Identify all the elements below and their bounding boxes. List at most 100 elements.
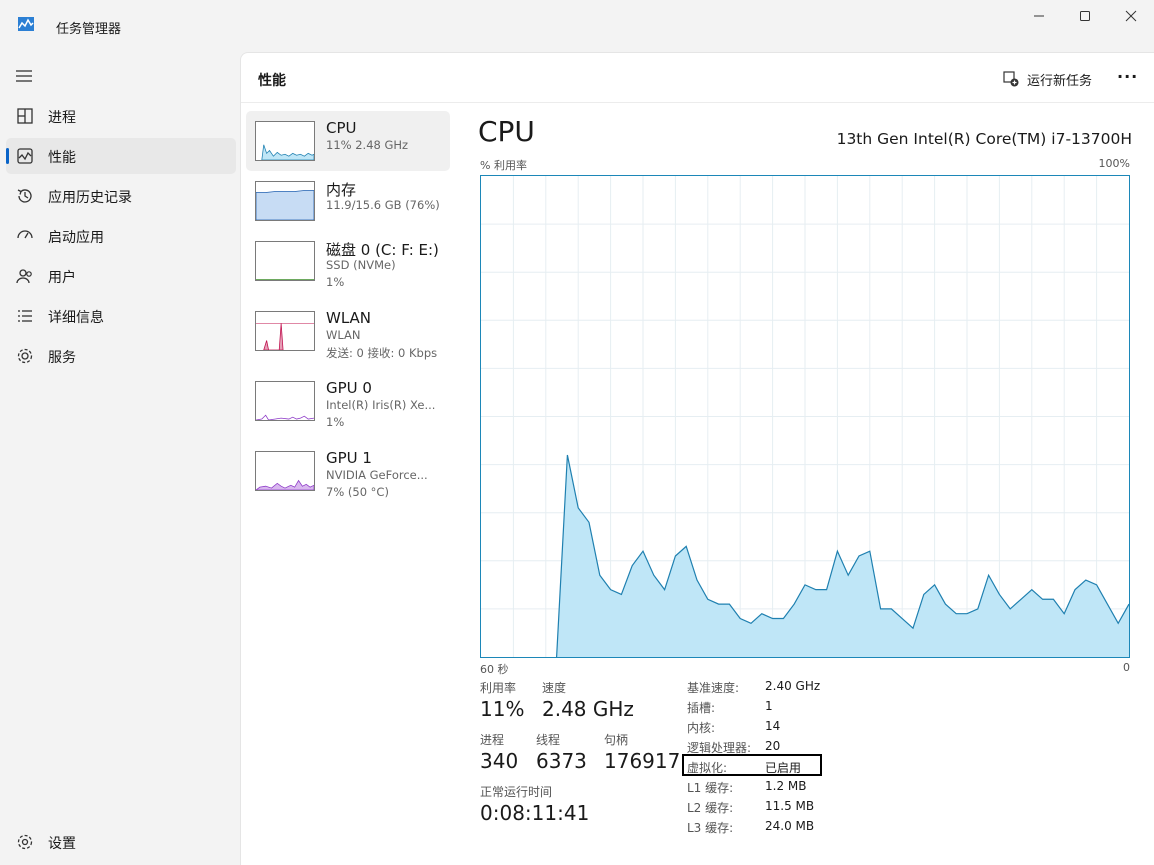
threads-value: 6373	[536, 749, 587, 773]
sidebar-nav: 进程 性能 应用历史记录 启动应用 用户 详细信息 服务 设置	[0, 52, 240, 865]
spec-value-cores: 14	[765, 719, 781, 733]
device-sub2: 1%	[326, 415, 345, 429]
cpu-thumbnail	[255, 121, 315, 161]
startup-apps-icon	[17, 230, 33, 239]
nav-item-users[interactable]: 用户	[6, 258, 236, 294]
device-sub2: 发送: 0 接收: 0 Kbps	[326, 346, 438, 360]
users-icon	[16, 269, 32, 284]
close-icon	[1125, 10, 1137, 22]
device-sub2: 1%	[326, 275, 345, 289]
spec-key-l2-cache: L2 缓存:	[687, 801, 734, 815]
spec-value-l3-cache: 24.0 MB	[765, 819, 815, 833]
device-item-memory[interactable]: 内存 11.9/15.6 GB (76%)	[246, 171, 450, 231]
handles-label: 句柄	[604, 733, 629, 747]
nav-item-startup-apps[interactable]: 启动应用	[6, 218, 236, 254]
spec-key-sockets: 插槽:	[687, 701, 716, 715]
nav-item-services[interactable]: 服务	[6, 338, 236, 374]
title-bar: 任务管理器	[0, 0, 1154, 52]
spec-key-base-speed: 基准速度:	[687, 681, 740, 695]
device-item-disk[interactable]: 磁盘 0 (C: F: E:) SSD (NVMe) 1%	[246, 231, 450, 291]
device-name: GPU 1	[326, 449, 372, 467]
nav-label: 启动应用	[48, 230, 104, 246]
active-indicator	[6, 148, 9, 164]
x-axis-end-label: 0	[1123, 661, 1130, 674]
speed-label: 速度	[542, 681, 567, 695]
device-sub: 11.9/15.6 GB (76%)	[326, 198, 440, 212]
performance-icon	[17, 148, 33, 164]
run-new-task-button[interactable]: 运行新任务	[1003, 68, 1092, 90]
uptime-value: 0:08:11:41	[480, 801, 590, 825]
device-item-gpu0[interactable]: GPU 0 Intel(R) Iris(R) Xe... 1%	[246, 371, 450, 431]
nav-label: 性能	[48, 150, 76, 166]
processes-value: 340	[480, 749, 519, 773]
device-name: WLAN	[326, 309, 372, 327]
device-sub: SSD (NVMe)	[326, 258, 396, 272]
nav-label: 服务	[48, 350, 76, 366]
speed-value: 2.48 GHz	[542, 697, 634, 721]
spec-value-base-speed: 2.40 GHz	[765, 679, 821, 693]
device-item-wlan[interactable]: WLAN WLAN 发送: 0 接收: 0 Kbps	[246, 301, 450, 361]
device-name: 内存	[326, 181, 357, 199]
cpu-usage-chart	[480, 175, 1130, 658]
y-axis-max-label: 100%	[1098, 157, 1130, 170]
processes-icon	[17, 108, 33, 124]
nav-item-app-history[interactable]: 应用历史记录	[6, 178, 236, 214]
y-axis-label: % 利用率	[480, 159, 527, 172]
x-axis-start-label: 60 秒	[480, 663, 509, 676]
close-button[interactable]	[1108, 0, 1154, 32]
cpu-detail: CPU 13th Gen Intel(R) Core(TM) i7-13700H…	[478, 113, 1132, 853]
device-name: 磁盘 0 (C: F: E:)	[326, 241, 439, 259]
memory-thumbnail	[255, 181, 315, 221]
threads-label: 线程	[536, 733, 561, 747]
uptime-label: 正常运行时间	[480, 785, 553, 799]
detail-title: CPU	[478, 115, 535, 148]
handles-value: 176917	[604, 749, 681, 773]
nav-item-details[interactable]: 详细信息	[6, 298, 236, 334]
maximize-icon	[1080, 11, 1090, 21]
device-sub: NVIDIA GeForce...	[326, 468, 428, 482]
device-sub: 11% 2.48 GHz	[326, 138, 409, 152]
nav-label: 详细信息	[48, 310, 104, 326]
maximize-button[interactable]	[1062, 0, 1108, 32]
cpu-model: 13th Gen Intel(R) Core(TM) i7-13700H	[836, 130, 1132, 148]
wlan-thumbnail	[255, 311, 315, 351]
more-options-button[interactable]: ···	[1117, 67, 1138, 86]
window-title: 任务管理器	[56, 22, 122, 37]
nav-label: 进程	[48, 110, 76, 126]
device-item-gpu1[interactable]: GPU 1 NVIDIA GeForce... 7% (50 °C)	[246, 441, 450, 501]
spec-key-cores: 内核:	[687, 721, 716, 735]
disk-thumbnail	[255, 241, 315, 281]
virtualization-highlight-box	[682, 754, 822, 776]
hamburger-menu-icon[interactable]	[14, 68, 34, 84]
details-icon	[18, 310, 32, 322]
spec-value-l1-cache: 1.2 MB	[765, 779, 807, 793]
nav-label: 用户	[48, 270, 76, 286]
minimize-button[interactable]	[1016, 0, 1062, 32]
nav-item-performance[interactable]: 性能	[6, 138, 236, 174]
run-task-icon	[1003, 71, 1019, 87]
device-item-cpu[interactable]: CPU 11% 2.48 GHz	[246, 111, 450, 171]
gpu0-thumbnail	[255, 381, 315, 421]
nav-label: 应用历史记录	[48, 190, 132, 206]
spec-value-logical-processors: 20	[765, 739, 781, 753]
spec-value-l2-cache: 11.5 MB	[765, 799, 815, 813]
main-panel: 性能 运行新任务 ··· CPU 11% 2.48 GHz 内存 11.9/15…	[240, 52, 1154, 865]
task-manager-icon	[18, 17, 34, 31]
device-sub: WLAN	[326, 328, 361, 342]
nav-item-settings[interactable]: 设置	[6, 824, 236, 860]
utilization-label: 利用率	[480, 681, 517, 695]
settings-label: 设置	[48, 836, 76, 852]
page-title: 性能	[258, 73, 286, 89]
cpu-usage-area	[556, 454, 1129, 657]
device-sub2: 7% (50 °C)	[326, 485, 389, 499]
minimize-icon	[1034, 15, 1044, 17]
spec-key-l1-cache: L1 缓存:	[687, 781, 734, 795]
gpu1-thumbnail	[255, 451, 315, 491]
page-header: 性能 运行新任务 ···	[241, 53, 1154, 103]
run-task-label: 运行新任务	[1027, 73, 1093, 89]
nav-item-processes[interactable]: 进程	[6, 98, 236, 134]
settings-gear-icon	[17, 834, 33, 850]
spec-value-sockets: 1	[765, 699, 773, 713]
spec-key-l3-cache: L3 缓存:	[687, 821, 734, 835]
services-icon	[17, 348, 33, 364]
